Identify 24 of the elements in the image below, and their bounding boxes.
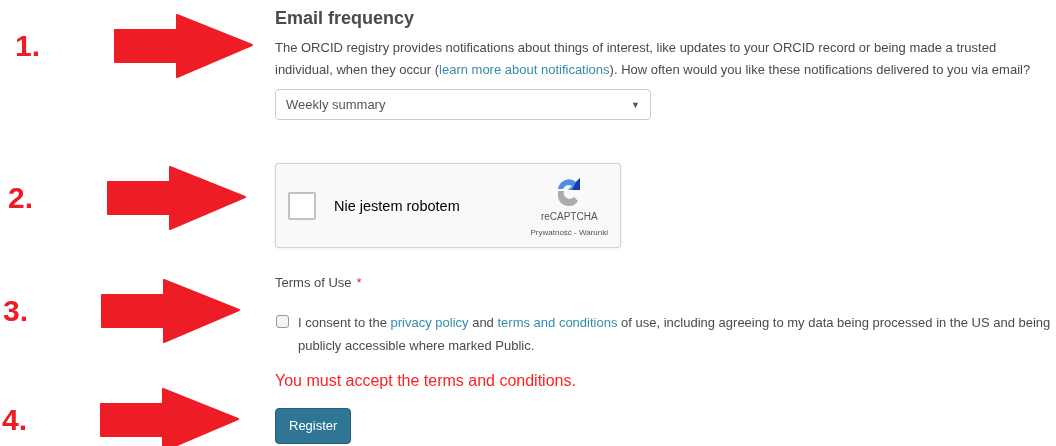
notifications-link[interactable]: learn more about notifications bbox=[439, 62, 610, 77]
step-number: 3. bbox=[3, 294, 30, 328]
captcha-footer-links[interactable]: Prywatność - Warunki bbox=[530, 227, 608, 237]
step-number: 1. bbox=[15, 29, 42, 63]
description-paragraph: The ORCID registry provides notifications about things of interest, like updates to your ORCID record or being made a trusted individual, when they occur (learn more about notifications). How often would you like these notifications delivered to you via email? bbox=[275, 39, 1032, 79]
captcha-checkbox[interactable] bbox=[288, 191, 316, 220]
frequency-dropdown[interactable]: Weekly summary ▼ bbox=[275, 89, 651, 120]
arrow-icon bbox=[100, 279, 240, 343]
arrow-icon bbox=[99, 388, 239, 446]
section-heading: Email frequency bbox=[275, 8, 416, 29]
arrow-icon bbox=[113, 14, 253, 78]
privacy-policy-link[interactable]: privacy policy bbox=[390, 315, 469, 330]
arrow-icon bbox=[106, 166, 246, 230]
register-button[interactable]: Register bbox=[275, 408, 352, 444]
consent-text: I consent to the privacy policy and terms and conditions of use, including agreeing to my data being processed in the US and being publicly accessible where marked Public. bbox=[298, 314, 1052, 355]
captcha-label: Nie jestem robotem bbox=[334, 197, 461, 214]
field-label: Terms of Use bbox=[275, 275, 352, 290]
captcha-brand: reCAPTCHA bbox=[540, 210, 598, 222]
consent-checkbox[interactable] bbox=[276, 315, 289, 328]
step-number: 2. bbox=[8, 181, 35, 215]
required-marker: * bbox=[356, 275, 362, 290]
step-number: 4. bbox=[2, 403, 29, 437]
terms-link[interactable]: terms and conditions bbox=[497, 315, 618, 330]
error-message: You must accept the terms and conditions. bbox=[275, 372, 577, 390]
